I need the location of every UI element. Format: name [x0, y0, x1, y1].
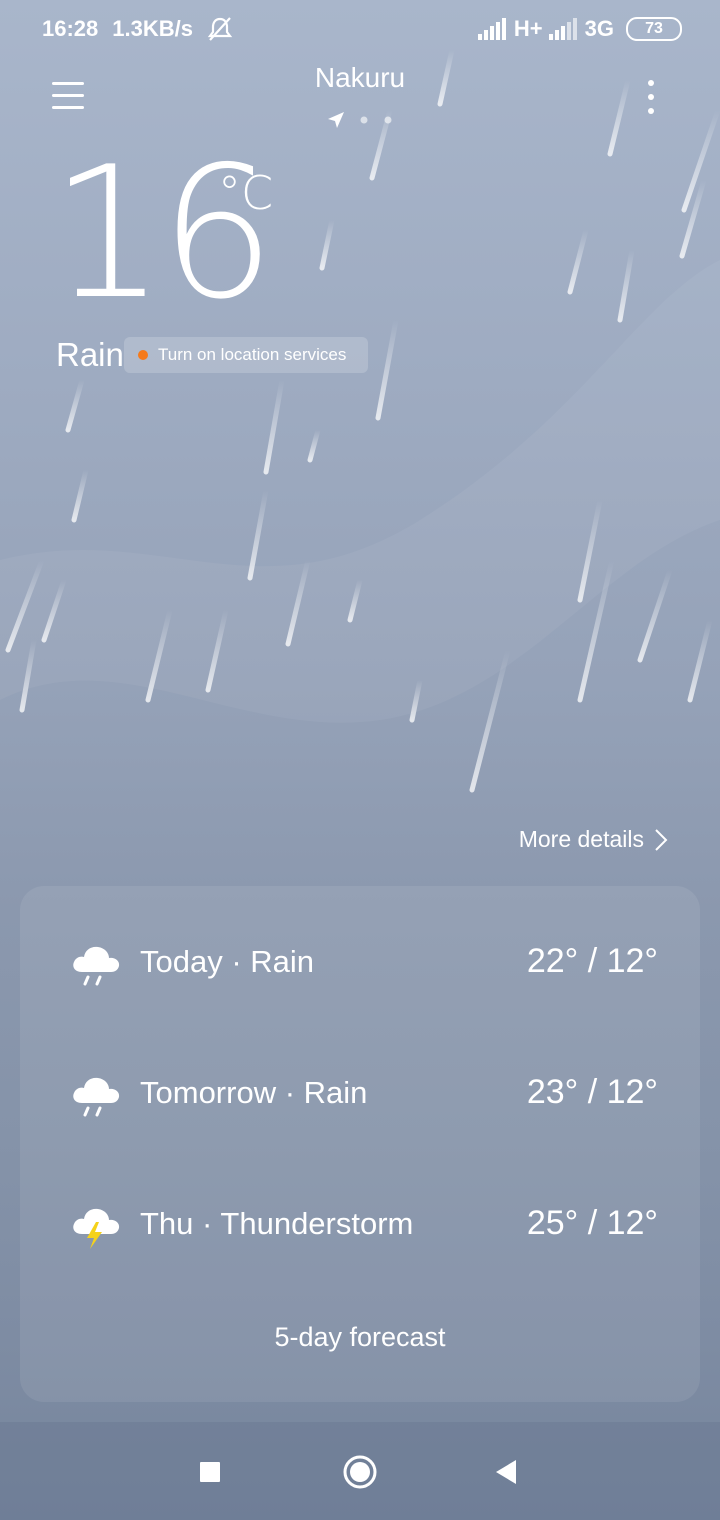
- status-right: H+ 3G 73: [477, 16, 682, 42]
- kebab-dot: [648, 108, 654, 114]
- rain-cloud-icon: [73, 1077, 120, 1117]
- rain-cloud-icon: [73, 946, 120, 986]
- temperature-unit: °C: [218, 166, 274, 220]
- location-services-prompt[interactable]: Turn on location services: [124, 337, 368, 373]
- forecast-temps: 25° / 12°: [526, 1204, 658, 1242]
- forecast-row-thursday[interactable]: Thu · Thunderstorm 25° / 12°: [20, 1184, 700, 1264]
- battery-icon: 73: [626, 17, 682, 41]
- location-arrow-icon: [328, 112, 344, 128]
- chevron-right-icon: [655, 828, 668, 851]
- forecast-temps: 23° / 12°: [526, 1073, 658, 1111]
- network-type-secondary: 3G: [584, 16, 614, 41]
- forecast-temps: 22° / 12°: [526, 942, 658, 980]
- forecast-row-tomorrow[interactable]: Tomorrow · Rain 23° / 12°: [20, 1053, 700, 1133]
- status-left: 16:28 1.3KB/s: [42, 16, 233, 42]
- more-details-link[interactable]: More details: [519, 826, 668, 853]
- kebab-dot: [648, 80, 654, 86]
- current-condition: Rain: [56, 336, 124, 373]
- menu-icon-bar-bottom: [52, 106, 84, 109]
- more-details-label: More details: [518, 826, 644, 852]
- city-name[interactable]: Nakuru: [0, 62, 720, 94]
- forecast-day-label: Tomorrow · Rain: [140, 1075, 368, 1110]
- thunderstorm-icon: [73, 1208, 120, 1249]
- bell-muted-icon: [207, 17, 233, 41]
- forecast-row-today[interactable]: Today · Rain 22° / 12°: [20, 922, 700, 1002]
- forecast-day-label: Today · Rain: [140, 944, 315, 979]
- forecast-card: Today · Rain 22° / 12° Tomorrow · Rain 2…: [20, 886, 700, 1402]
- five-day-forecast-button[interactable]: 5-day forecast: [20, 1322, 700, 1353]
- location-services-label: Turn on location services: [158, 345, 347, 364]
- page-indicators: [328, 112, 392, 128]
- home-circle-icon[interactable]: [338, 1450, 382, 1494]
- page-dot: [360, 116, 368, 124]
- status-bar: 16:28 1.3KB/s H+ 3G 73: [0, 0, 720, 60]
- status-network-speed: 1.3KB/s: [112, 16, 193, 41]
- menu-icon-bar-middle: [52, 94, 84, 97]
- more-options-button[interactable]: [636, 78, 666, 118]
- forecast-day-label: Thu · Thunderstorm: [140, 1206, 414, 1241]
- signal-secondary-icon: [548, 18, 577, 40]
- network-type-primary: H+: [513, 16, 543, 41]
- kebab-dot: [648, 94, 654, 100]
- navigation-bar: [0, 1422, 720, 1520]
- back-triangle-icon[interactable]: [484, 1450, 528, 1494]
- recents-square-icon[interactable]: [188, 1450, 232, 1494]
- status-time: 16:28: [42, 16, 99, 41]
- page-dot: [384, 116, 392, 124]
- signal-icon: [477, 18, 506, 40]
- warning-dot-icon: [138, 350, 148, 360]
